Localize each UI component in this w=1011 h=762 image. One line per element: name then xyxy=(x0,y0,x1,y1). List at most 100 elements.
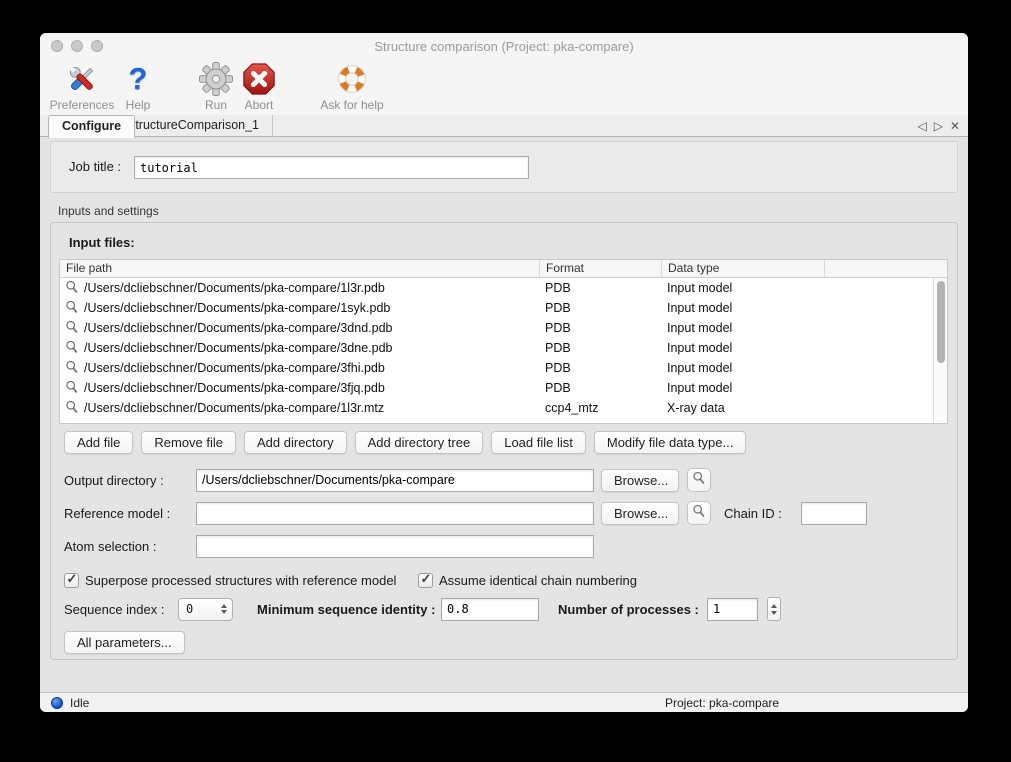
num-processes-label: Number of processes : xyxy=(558,602,699,617)
file-path: /Users/dcliebschner/Documents/pka-compar… xyxy=(84,401,384,415)
table-row[interactable]: /Users/dcliebschner/Documents/pka-compar… xyxy=(60,338,933,358)
column-extra xyxy=(824,260,947,277)
table-scrollbar[interactable] xyxy=(933,278,947,423)
column-format[interactable]: Format xyxy=(539,260,661,277)
table-body: /Users/dcliebschner/Documents/pka-compar… xyxy=(60,278,933,423)
superpose-checkbox-label: Superpose processed structures with refe… xyxy=(85,573,396,588)
inputs-settings-label: Inputs and settings xyxy=(58,204,159,218)
column-file-path[interactable]: File path xyxy=(60,260,539,277)
table-row[interactable]: /Users/dcliebschner/Documents/pka-compar… xyxy=(60,398,933,418)
file-data-type: Input model xyxy=(661,281,824,295)
superpose-checkbox[interactable]: Superpose processed structures with refe… xyxy=(64,573,396,588)
assume-chain-checkbox[interactable]: Assume identical chain numbering xyxy=(418,573,637,588)
sequence-index-value: 0 xyxy=(179,602,217,616)
file-path: /Users/dcliebschner/Documents/pka-compar… xyxy=(84,321,393,335)
tab-structure-comparison-1[interactable]: StructureComparison_1 xyxy=(114,115,273,137)
inputs-settings-groupbox: Input files: File path Format Data type … xyxy=(50,222,958,660)
output-browse-button[interactable]: Browse... xyxy=(601,469,679,492)
chain-id-input[interactable] xyxy=(801,502,867,525)
add-file-button[interactable]: Add file xyxy=(64,431,133,454)
checkbox-checked-icon xyxy=(418,573,433,588)
abort-button[interactable]: Abort xyxy=(236,61,282,113)
file-path: /Users/dcliebschner/Documents/pka-compar… xyxy=(84,301,390,315)
column-data-type[interactable]: Data type xyxy=(661,260,824,277)
magnifier-icon xyxy=(65,320,79,337)
run-label: Run xyxy=(205,98,227,112)
reference-browse-button[interactable]: Browse... xyxy=(601,502,679,525)
reference-search-button[interactable] xyxy=(687,501,711,525)
abort-label: Abort xyxy=(245,98,274,112)
reference-model-row: Reference model : Browse... Chain ID : xyxy=(64,501,944,525)
project-text: Project: pka-compare xyxy=(665,696,779,710)
tab-prev-icon[interactable]: ◁ xyxy=(917,119,926,133)
scrollbar-thumb[interactable] xyxy=(937,281,945,363)
output-directory-input[interactable] xyxy=(196,469,594,492)
configure-panel: Job title : Inputs and settings Input fi… xyxy=(40,138,968,692)
table-row[interactable]: /Users/dcliebschner/Documents/pka-compar… xyxy=(60,318,933,338)
status-idle-icon xyxy=(51,697,63,709)
file-data-type: Input model xyxy=(661,361,824,375)
chain-id-label: Chain ID : xyxy=(724,506,782,521)
input-files-table: File path Format Data type /Users/dclieb… xyxy=(59,259,948,424)
output-directory-row: Output directory : Browse... xyxy=(64,468,944,492)
output-search-button[interactable] xyxy=(687,468,711,492)
atom-selection-row: Atom selection : xyxy=(64,534,944,558)
preferences-label: Preferences xyxy=(50,98,115,112)
min-sequence-identity-input[interactable] xyxy=(441,598,539,621)
status-text: Idle xyxy=(70,696,89,710)
magnifier-icon xyxy=(65,400,79,417)
toolbar: Preferences ? Help xyxy=(40,59,968,115)
ask-for-help-label: Ask for help xyxy=(320,98,383,112)
assume-chain-checkbox-label: Assume identical chain numbering xyxy=(439,573,637,588)
add-directory-button[interactable]: Add directory xyxy=(244,431,347,454)
file-data-type: Input model xyxy=(661,381,824,395)
atom-selection-input[interactable] xyxy=(196,535,594,558)
run-button[interactable]: Run xyxy=(196,61,236,113)
file-path: /Users/dcliebschner/Documents/pka-compar… xyxy=(84,341,393,355)
magnifier-icon xyxy=(692,471,706,490)
file-data-type: X-ray data xyxy=(661,401,824,415)
job-title-panel: Job title : xyxy=(50,141,958,193)
add-directory-tree-button[interactable]: Add directory tree xyxy=(355,431,484,454)
checkbox-checked-icon xyxy=(64,573,79,588)
file-buttons-row: Add file Remove file Add directory Add d… xyxy=(64,431,746,454)
reference-model-input[interactable] xyxy=(196,502,594,525)
sequence-index-stepper[interactable]: 0 xyxy=(178,598,233,621)
job-title-input[interactable] xyxy=(134,156,529,179)
tab-close-icon[interactable]: ✕ xyxy=(950,119,960,133)
file-path: /Users/dcliebschner/Documents/pka-compar… xyxy=(84,281,385,295)
checkbox-row: Superpose processed structures with refe… xyxy=(64,568,944,592)
magnifier-icon xyxy=(692,504,706,523)
num-processes-input[interactable] xyxy=(707,598,758,621)
file-data-type: Input model xyxy=(661,321,824,335)
stepper-up-icon xyxy=(771,604,777,608)
ask-for-help-button[interactable]: Ask for help xyxy=(312,61,392,113)
modify-file-data-type-button[interactable]: Modify file data type... xyxy=(594,431,746,454)
file-path: /Users/dcliebschner/Documents/pka-compar… xyxy=(84,361,385,375)
magnifier-icon xyxy=(65,360,79,377)
tab-configure[interactable]: Configure xyxy=(48,115,135,138)
file-format: PDB xyxy=(539,321,661,335)
lifebuoy-icon xyxy=(336,61,368,97)
title-bar: Structure comparison (Project: pka-compa… xyxy=(40,33,968,59)
table-row[interactable]: /Users/dcliebschner/Documents/pka-compar… xyxy=(60,278,933,298)
table-row[interactable]: /Users/dcliebschner/Documents/pka-compar… xyxy=(60,378,933,398)
remove-file-button[interactable]: Remove file xyxy=(141,431,236,454)
preferences-button[interactable]: Preferences xyxy=(48,61,116,113)
magnifier-icon xyxy=(65,300,79,317)
all-parameters-button[interactable]: All parameters... xyxy=(64,631,185,654)
file-format: PDB xyxy=(539,301,661,315)
table-row[interactable]: /Users/dcliebschner/Documents/pka-compar… xyxy=(60,358,933,378)
table-header: File path Format Data type xyxy=(60,260,947,278)
tab-bar: Configure StructureComparison_1 ◁ ▷ ✕ xyxy=(40,115,968,137)
magnifier-icon xyxy=(65,280,79,297)
job-title-label: Job title : xyxy=(69,159,121,174)
parameters-row: Sequence index : 0 Minimum sequence iden… xyxy=(64,597,944,621)
table-row[interactable]: /Users/dcliebschner/Documents/pka-compar… xyxy=(60,298,933,318)
magnifier-icon xyxy=(65,380,79,397)
load-file-list-button[interactable]: Load file list xyxy=(491,431,586,454)
num-processes-stepper[interactable] xyxy=(767,597,781,621)
tab-next-icon[interactable]: ▷ xyxy=(934,119,943,133)
help-button[interactable]: ? Help xyxy=(118,61,158,113)
min-sequence-identity-label: Minimum sequence identity : xyxy=(257,602,435,617)
